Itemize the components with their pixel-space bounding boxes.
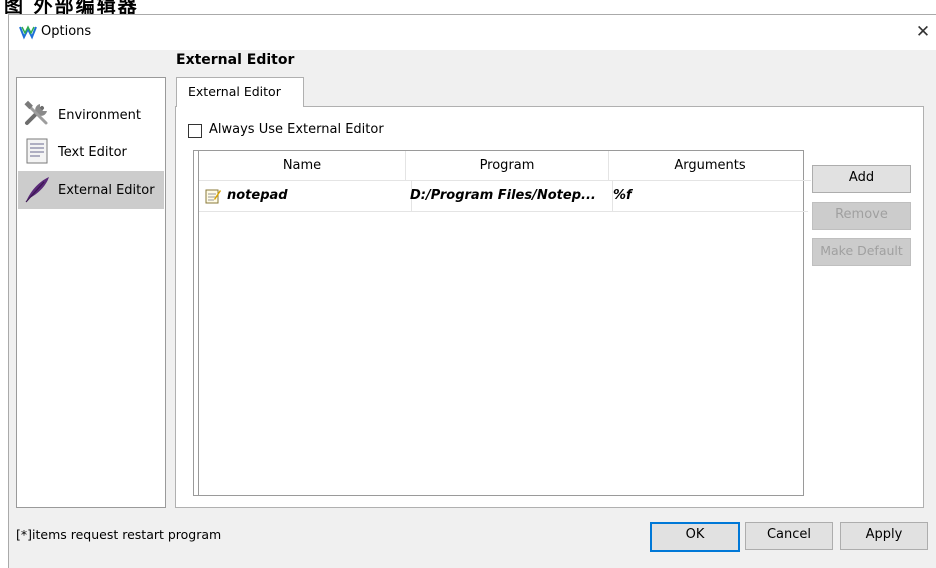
quill-feather-icon (25, 177, 49, 203)
apply-button[interactable]: Apply (840, 522, 928, 550)
table-cell-arguments[interactable]: %f (609, 181, 808, 212)
tab-label: External Editor (188, 84, 281, 99)
app-logo-icon (19, 25, 37, 40)
make-default-button[interactable]: Make Default (812, 238, 911, 266)
column-header-program[interactable]: Program (406, 151, 609, 181)
remove-button[interactable]: Remove (812, 202, 911, 230)
document-caption: 图 外部编辑器 (0, 0, 936, 14)
caption-text: 图 外部编辑器 (4, 0, 139, 14)
editor-name: notepad (227, 188, 288, 203)
add-button[interactable]: Add (812, 165, 911, 193)
options-category-list: Environment Text Editor External Editor (16, 77, 166, 508)
table-cell-name[interactable]: notepad (199, 181, 412, 212)
always-use-external-editor-checkbox[interactable] (188, 124, 202, 138)
column-header-arguments[interactable]: Arguments (609, 151, 811, 181)
always-use-external-editor-label[interactable]: Always Use External Editor (209, 122, 384, 137)
page-title: External Editor (176, 52, 295, 68)
close-button[interactable]: ✕ (909, 18, 936, 46)
ok-button[interactable]: OK (650, 522, 740, 552)
nav-item-text-editor[interactable]: Text Editor (18, 133, 164, 171)
restart-note: [*]items request restart program (16, 527, 222, 542)
nav-item-external-editor[interactable]: External Editor (18, 171, 164, 209)
tools-icon (24, 100, 48, 125)
title-bar[interactable]: Options ✕ (9, 15, 936, 50)
window-title: Options (41, 24, 92, 39)
nav-item-environment[interactable]: Environment (18, 96, 164, 134)
nav-item-label: External Editor (58, 183, 155, 198)
external-editors-table: Name Program Arguments notepad D:/Progra… (193, 150, 811, 496)
nav-item-label: Environment (58, 108, 142, 123)
table-cell-program[interactable]: D:/Program Files/Notep... (406, 181, 613, 212)
column-header-name[interactable]: Name (199, 151, 406, 181)
nav-item-label: Text Editor (58, 145, 127, 160)
text-document-icon (26, 138, 48, 164)
cancel-button[interactable]: Cancel (745, 522, 833, 550)
tab-external-editor[interactable]: External Editor (176, 77, 304, 107)
notepad-icon (205, 189, 221, 204)
